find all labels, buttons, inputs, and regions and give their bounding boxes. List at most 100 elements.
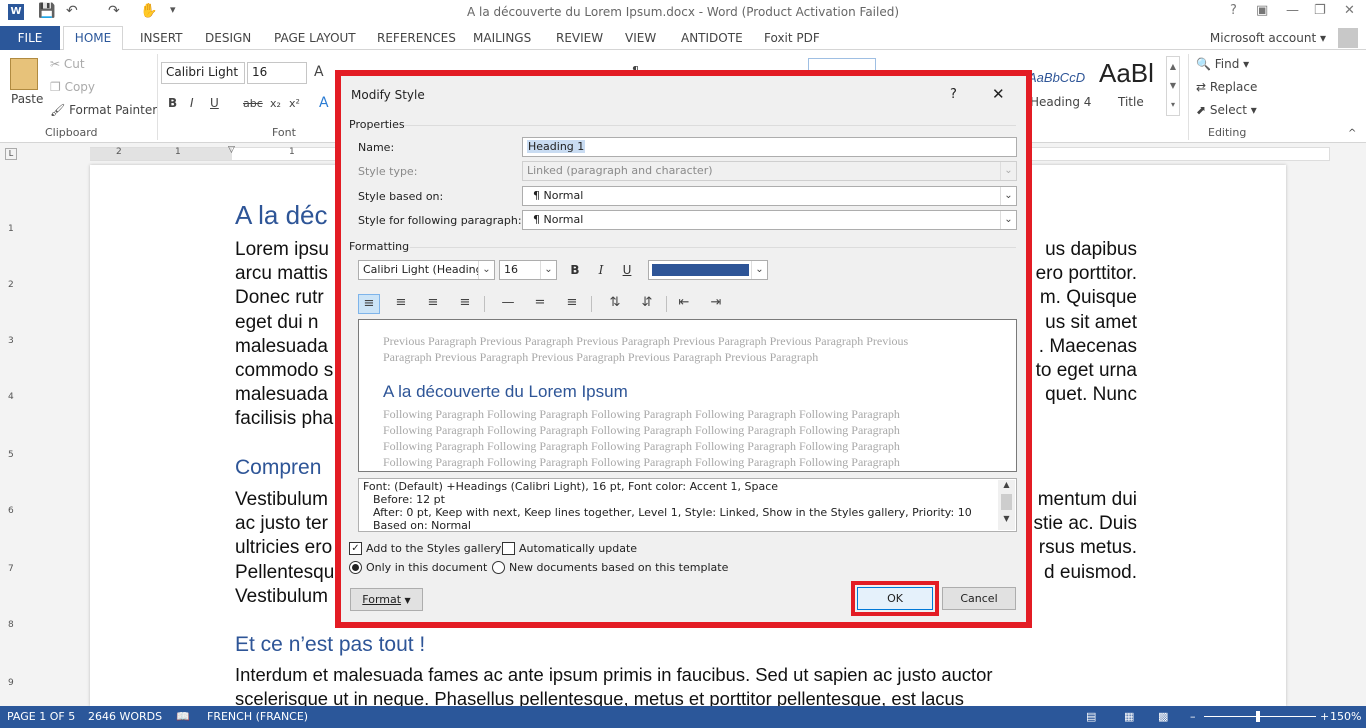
grow-font-button[interactable]: A [314, 64, 324, 80]
tab-foxit-pdf[interactable]: Foxit PDF [764, 26, 820, 50]
minimize-icon[interactable]: — [1286, 3, 1299, 18]
zoom-slider-thumb[interactable] [1256, 711, 1260, 722]
tab-mailings[interactable]: MAILINGS [473, 26, 531, 50]
copy-button[interactable]: ❐ Copy [50, 80, 95, 94]
italic-button[interactable]: I [591, 260, 611, 280]
word-count[interactable]: 2646 WORDS [88, 710, 162, 723]
single-spacing-icon[interactable]: — [497, 294, 519, 314]
close-window-icon[interactable]: ✕ [1344, 3, 1355, 18]
only-this-document-label[interactable]: Only in this document [366, 561, 487, 574]
ribbon-display-icon[interactable]: ▣ [1256, 3, 1268, 18]
dialog-title: Modify Style [351, 88, 425, 102]
auto-update-label[interactable]: Automatically update [519, 542, 637, 555]
language-indicator[interactable]: FRENCH (FRANCE) [207, 710, 308, 723]
size-select[interactable]: 16 ⌄ [499, 260, 557, 280]
add-to-gallery-label[interactable]: Add to the Styles gallery [366, 542, 501, 555]
help-icon[interactable]: ? [1230, 3, 1237, 18]
tab-view[interactable]: VIEW [625, 26, 656, 50]
underline-button[interactable]: U [617, 260, 637, 280]
read-mode-icon[interactable]: ▤ [1086, 710, 1096, 723]
style-title[interactable]: Title [1118, 95, 1144, 109]
underline-icon[interactable]: U [210, 96, 219, 110]
dialog-help-icon[interactable]: ? [950, 87, 957, 102]
cancel-label: Cancel [960, 592, 998, 605]
description-scrollbar[interactable]: ▲ ▼ [998, 480, 1015, 530]
styles-scroll[interactable]: ▲ ▼ ▾ [1166, 56, 1180, 116]
font-select[interactable]: Calibri Light (Headings ⌄ [358, 260, 495, 280]
superscript-icon[interactable]: x² [289, 97, 300, 110]
tab-page-layout[interactable]: PAGE LAYOUT [274, 26, 356, 50]
align-right-icon[interactable]: ≡ [422, 294, 444, 314]
tab-design[interactable]: DESIGN [205, 26, 251, 50]
replace-button[interactable]: ⇄ Replace [1196, 80, 1257, 94]
account-menu[interactable]: Microsoft account ▾ [1210, 26, 1326, 50]
restore-icon[interactable]: ❐ [1314, 3, 1326, 18]
heading4-sample[interactable]: AaBbCcD [1028, 70, 1085, 85]
justify-icon[interactable]: ≡ [454, 294, 476, 314]
text-effects-icon[interactable]: A [319, 95, 329, 111]
title-sample[interactable]: AaBl [1099, 58, 1154, 89]
scroll-up-icon[interactable]: ▲ [998, 480, 1015, 492]
zoom-level[interactable]: 150% [1330, 710, 1361, 723]
decrease-spacing-icon[interactable]: ⇵ [636, 294, 658, 314]
cancel-button[interactable]: Cancel [942, 587, 1016, 610]
zoom-slider[interactable] [1204, 716, 1316, 717]
page-count[interactable]: PAGE 1 OF 5 [7, 710, 75, 723]
strikethrough-icon[interactable]: abc [243, 97, 263, 110]
bold-icon[interactable]: B [168, 96, 177, 110]
new-documents-radio[interactable] [492, 561, 505, 574]
auto-update-checkbox[interactable] [502, 542, 515, 555]
tab-antidote[interactable]: ANTIDOTE [681, 26, 743, 50]
based-on-select[interactable]: ¶ Normal ⌄ [522, 186, 1017, 206]
italic-icon[interactable]: I [190, 96, 194, 110]
align-left-icon[interactable]: ≡ [358, 294, 380, 314]
only-this-document-radio[interactable] [349, 561, 362, 574]
dialog-close-icon[interactable]: ✕ [992, 85, 1005, 103]
chevron-down-icon: ⌄ [751, 261, 767, 279]
print-layout-icon[interactable]: ▦ [1124, 710, 1134, 723]
font-size-combo[interactable]: 16 [247, 62, 307, 84]
find-button[interactable]: 🔍 Find ▾ [1196, 57, 1249, 71]
font-name-combo[interactable]: Calibri Light [161, 62, 245, 84]
bold-button[interactable]: B [565, 260, 585, 280]
paste-button[interactable]: Paste [11, 92, 43, 106]
align-center-icon[interactable]: ≡ [390, 294, 412, 314]
scroll-down-icon[interactable]: ▼ [998, 514, 1015, 526]
tab-file[interactable]: FILE [0, 26, 60, 50]
following-paragraph-select[interactable]: ¶ Normal ⌄ [522, 210, 1017, 230]
style-name-input[interactable]: Heading 1 [522, 137, 1017, 157]
web-layout-icon[interactable]: ▩ [1158, 710, 1168, 723]
increase-indent-icon[interactable]: ⇥ [705, 294, 727, 314]
select-button[interactable]: ⬈ Select ▾ [1196, 103, 1257, 117]
double-spacing-icon[interactable]: ≡ [561, 294, 583, 314]
add-to-gallery-checkbox[interactable]: ✓ [349, 542, 362, 555]
tab-selector[interactable]: L [5, 148, 17, 160]
format-button[interactable]: Format ▼ [350, 588, 423, 611]
one-half-spacing-icon[interactable]: = [529, 294, 551, 314]
font-color-select[interactable]: ⌄ [648, 260, 768, 280]
collapse-ribbon-icon[interactable]: ^ [1348, 128, 1356, 139]
zoom-in-icon[interactable]: + [1320, 710, 1329, 723]
decrease-indent-icon[interactable]: ⇤ [673, 294, 695, 314]
preview-previous-paragraph: Previous Paragraph Previous Paragraph Pr… [383, 334, 909, 348]
new-documents-label[interactable]: New documents based on this template [509, 561, 728, 574]
tab-insert[interactable]: INSERT [140, 26, 183, 50]
tab-review[interactable]: REVIEW [556, 26, 603, 50]
zoom-out-icon[interactable]: – [1190, 710, 1196, 723]
format-painter-button[interactable]: 🖌 Format Painter [50, 103, 157, 117]
style-type-select[interactable]: Linked (paragraph and character) ⌄ [522, 161, 1017, 181]
indent-marker[interactable]: ▽ [228, 145, 235, 155]
ok-button[interactable]: OK [857, 587, 933, 610]
scrollbar-thumb[interactable] [1001, 494, 1012, 510]
tab-references[interactable]: REFERENCES [377, 26, 456, 50]
avatar[interactable] [1338, 28, 1358, 48]
proofing-icon[interactable]: 📖 [176, 710, 190, 723]
preview-following-paragraph: Following Paragraph Following Paragraph … [383, 423, 900, 437]
cut-button[interactable]: ✂ Cut [50, 57, 85, 71]
paste-icon[interactable] [10, 58, 38, 90]
vruler-mark: 7 [8, 564, 14, 574]
tab-home[interactable]: HOME [63, 26, 123, 51]
subscript-icon[interactable]: x₂ [270, 97, 281, 110]
increase-spacing-icon[interactable]: ⇅ [604, 294, 626, 314]
style-heading-4[interactable]: Heading 4 [1030, 95, 1091, 109]
